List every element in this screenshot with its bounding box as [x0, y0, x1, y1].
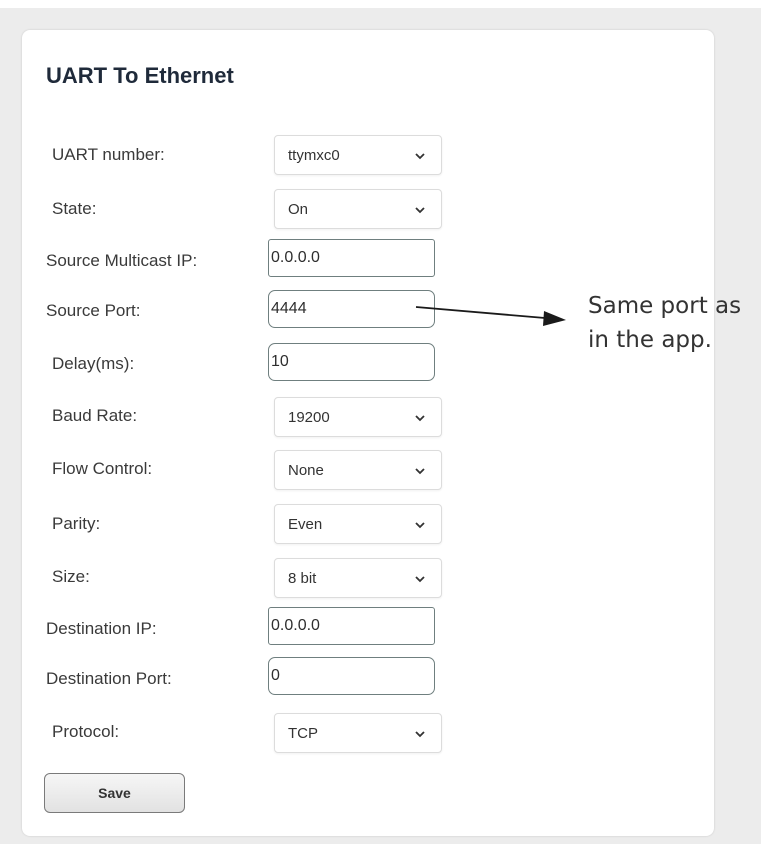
- annotation-line-1: Same port as: [588, 293, 742, 319]
- uart-number-value: ttymxc0: [288, 147, 340, 164]
- annotation-line-2: in the app.: [588, 327, 712, 353]
- flow-control-label: Flow Control:: [52, 459, 153, 478]
- flow-control-value: None: [288, 462, 324, 479]
- baud-rate-value: 19200: [288, 409, 330, 426]
- baud-rate-label: Baud Rate:: [52, 406, 138, 425]
- source-multicast-ip-value: 0.0.0.0: [271, 249, 320, 266]
- chevron-down-icon: [415, 468, 425, 475]
- chevron-down-icon: [415, 153, 425, 160]
- destination-port-field[interactable]: 0: [268, 657, 435, 695]
- save-button-label: Save: [98, 785, 131, 801]
- source-port-field[interactable]: 4444: [268, 290, 435, 328]
- chevron-down-icon: [415, 576, 425, 583]
- save-button[interactable]: Save: [44, 773, 185, 813]
- source-port-label: Source Port:: [46, 301, 141, 320]
- source-port-value: 4444: [271, 300, 307, 317]
- parity-label: Parity:: [52, 514, 101, 533]
- flow-control-select[interactable]: None: [274, 450, 442, 490]
- page-title: UART To Ethernet: [46, 63, 234, 88]
- uart-number-select[interactable]: ttymxc0: [274, 135, 442, 175]
- state-select[interactable]: On: [274, 189, 442, 229]
- protocol-value: TCP: [288, 725, 318, 742]
- uart-number-label: UART number:: [52, 145, 165, 164]
- chevron-down-icon: [415, 731, 425, 738]
- source-multicast-ip-field[interactable]: 0.0.0.0: [268, 239, 435, 277]
- annotation-note: Same port as in the app.: [588, 289, 741, 357]
- destination-port-label: Destination Port:: [46, 669, 172, 688]
- destination-port-value: 0: [271, 667, 280, 684]
- destination-ip-label: Destination IP:: [46, 619, 157, 638]
- chevron-down-icon: [415, 207, 425, 214]
- delay-field[interactable]: 10: [268, 343, 435, 381]
- chevron-down-icon: [415, 415, 425, 422]
- size-value: 8 bit: [288, 570, 317, 587]
- protocol-label: Protocol:: [52, 722, 120, 741]
- delay-value: 10: [271, 353, 289, 370]
- size-label: Size:: [52, 567, 90, 586]
- destination-ip-field[interactable]: 0.0.0.0: [268, 607, 435, 645]
- delay-label: Delay(ms):: [52, 354, 135, 373]
- parity-select[interactable]: Even: [274, 504, 442, 544]
- state-value: On: [288, 201, 309, 218]
- parity-value: Even: [288, 516, 323, 533]
- source-multicast-ip-label: Source Multicast IP:: [46, 251, 198, 270]
- destination-ip-value: 0.0.0.0: [271, 617, 320, 634]
- size-select[interactable]: 8 bit: [274, 558, 442, 598]
- chevron-down-icon: [415, 522, 425, 529]
- protocol-select[interactable]: TCP: [274, 713, 442, 753]
- baud-rate-select[interactable]: 19200: [274, 397, 442, 437]
- state-label: State:: [52, 199, 97, 218]
